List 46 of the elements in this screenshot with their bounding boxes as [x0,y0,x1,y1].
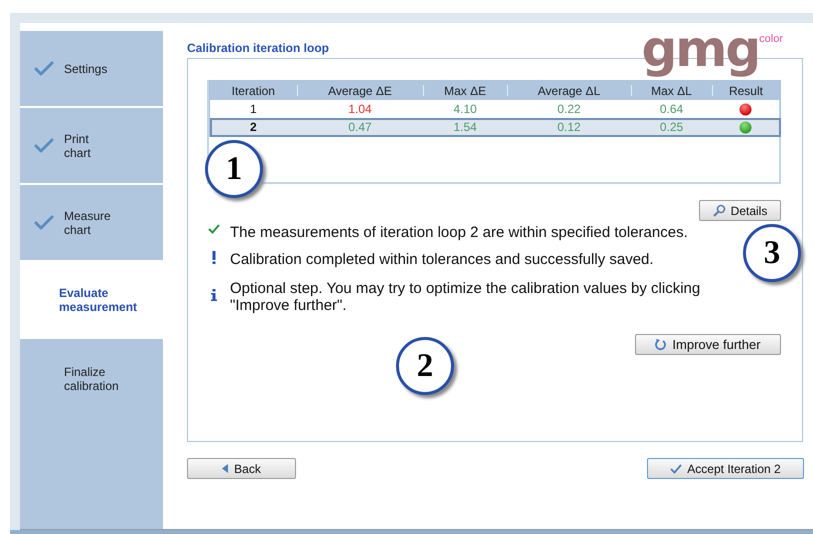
step-item[interactable]: Settings [20,31,163,106]
magnifier-icon [712,204,726,217]
table-cell: 4.10 [423,100,507,118]
back-button[interactable]: Back [187,458,296,479]
step-label: Evaluate measurement [59,286,138,314]
table-row[interactable]: 1 1.04 4.10 0.22 0.64 [210,100,780,118]
table-cell: 2 [210,118,297,136]
message-text: The measurements of iteration loop 2 are within specified tolerances. [230,224,688,241]
column-header: Average ΔE [296,80,424,100]
step-label: Finalize calibration [64,365,119,393]
table-cell: 0.22 [506,100,632,118]
checkmark-icon [208,224,220,234]
message-text: Optional step. You may try to optimize the calibration values by clicking "Improve further". [230,280,702,314]
table-cell: 0.12 [506,118,632,136]
step-item[interactable]: Print chart [20,108,163,183]
improve-further-button[interactable]: Improve further [635,334,781,355]
step-label: Settings [64,62,108,76]
callout-marker: 2 [396,337,454,395]
column-header: Iteration [210,80,297,100]
left-arrow-icon [222,464,230,473]
table-row[interactable]: 2 0.47 1.54 0.12 0.25 [210,118,780,136]
table-cell: 0.47 [296,118,424,136]
step-label: Measure chart [64,208,111,236]
accept-button[interactable]: Accept Iteration 2 [647,458,804,479]
table-cell: 1.04 [296,100,424,118]
step-label: Print chart [64,132,91,160]
message-text: Calibration completed within tolerances and successfully saved. [230,251,654,268]
column-header: Max ΔL [631,80,712,100]
checkmark-icon [670,464,682,474]
table-cell: 0.25 [631,118,712,136]
logo-superscript: color [759,33,783,45]
callout-marker: 3 [743,224,801,282]
table-cell: 1 [210,100,297,118]
table-cell: 0.64 [631,100,712,118]
table-cell: 1.54 [423,118,507,136]
refresh-icon [655,338,668,351]
column-header: Result [712,80,780,100]
section-title: Calibration iteration loop [187,41,330,57]
info-icon [210,289,216,301]
exclamation-icon [212,251,216,264]
column-header: Max ΔE [423,80,507,100]
callout-marker: 1 [205,140,263,198]
step-item[interactable]: Measure chart [20,185,163,260]
step-item[interactable]: Finalize calibration [20,339,163,529]
column-header: Average ΔL [506,80,632,100]
details-button[interactable]: Details [699,200,781,221]
